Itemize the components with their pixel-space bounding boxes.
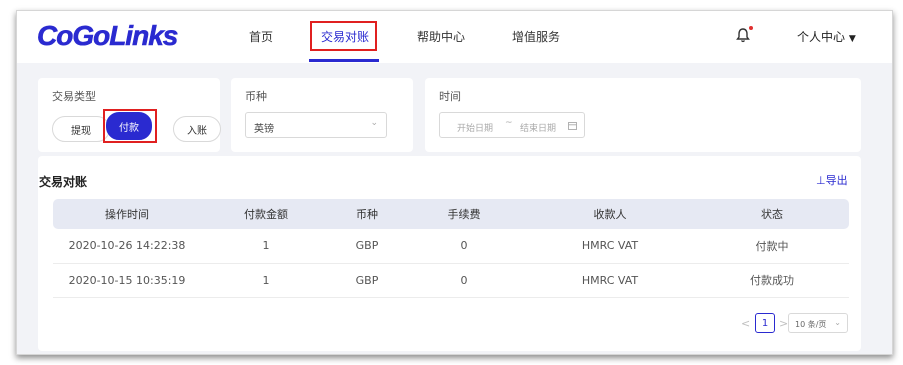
end-date-input[interactable]: 结束日期 <box>520 121 556 134</box>
table-header-row: 操作时间 付款金额 币种 手续费 收款人 状态 <box>53 199 849 229</box>
chevron-down-icon: ⌄ <box>370 118 378 128</box>
column-header[interactable]: 手续费 <box>403 199 525 229</box>
bell-icon[interactable] <box>736 27 750 43</box>
type-withdraw-button[interactable]: 提现 <box>52 116 110 142</box>
notification-dot <box>749 26 753 30</box>
filter-type-card: 交易类型 提现 入账 付款 <box>38 78 221 152</box>
section-title: 交易对账 <box>39 175 88 189</box>
filter-type-label: 交易类型 <box>52 90 96 103</box>
page-button-current[interactable]: 1 <box>755 313 775 333</box>
column-header[interactable]: 币种 <box>331 199 403 229</box>
column-header[interactable]: 操作时间 <box>53 199 201 229</box>
top-navbar: CoGoLinks 首页 交易对账 帮助中心 增值服务 个人中心 ▼ <box>17 11 892 63</box>
cell-payment-amount: 1 <box>201 263 331 298</box>
date-range-picker[interactable]: 开始日期 ~ 结束日期 <box>439 112 585 138</box>
svg-text:CoGoLinks: CoGoLinks <box>37 20 178 50</box>
column-header[interactable]: 付款金额 <box>201 199 331 229</box>
filter-currency-card: 币种 英镑 ⌄ <box>231 78 413 152</box>
column-header[interactable]: 状态 <box>695 199 849 229</box>
table-row[interactable]: 2020-10-26 14:22:38 1 GBP 0 HMRC VAT 付款中 <box>53 229 849 264</box>
filter-time-card: 时间 开始日期 ~ 结束日期 <box>425 78 861 152</box>
page-size-value: 10 条/页 <box>795 320 827 329</box>
cell-fee: 0 <box>403 229 525 264</box>
page-size-select[interactable]: 10 条/页 ⌄ <box>788 313 848 333</box>
active-nav-indicator <box>309 59 379 62</box>
nav-home[interactable]: 首页 <box>249 28 273 45</box>
type-income-button[interactable]: 入账 <box>173 116 221 142</box>
cell-status: 付款中 <box>695 229 849 264</box>
next-page-button[interactable]: > <box>779 317 788 330</box>
highlight-box-nav <box>310 21 377 51</box>
cell-payee: HMRC VAT <box>525 263 695 298</box>
cogolinks-logo[interactable]: CoGoLinks <box>37 20 187 50</box>
column-header[interactable]: 收款人 <box>525 199 695 229</box>
cell-currency: GBP <box>331 229 403 264</box>
caret-down-icon: ▼ <box>848 34 856 44</box>
user-center-menu[interactable]: 个人中心 ▼ <box>797 28 856 45</box>
transactions-table: 操作时间 付款金额 币种 手续费 收款人 状态 2020-10-26 14:22… <box>53 199 849 298</box>
cell-payee: HMRC VAT <box>525 229 695 264</box>
user-center-label: 个人中心 <box>797 30 846 44</box>
cell-payment-amount: 1 <box>201 229 331 264</box>
app-window: CoGoLinks 首页 交易对账 帮助中心 增值服务 个人中心 ▼ 交易类型 … <box>16 10 893 355</box>
chevron-down-icon: ⌄ <box>834 318 841 327</box>
cell-operation-time: 2020-10-15 10:35:19 <box>53 263 201 298</box>
currency-value: 英镑 <box>254 124 274 135</box>
export-button[interactable]: ⊥导出 <box>816 172 848 188</box>
filter-currency-label: 币种 <box>245 90 267 103</box>
cell-status: 付款成功 <box>695 263 849 298</box>
currency-select[interactable]: 英镑 ⌄ <box>245 112 387 138</box>
cell-currency: GBP <box>331 263 403 298</box>
calendar-icon <box>568 122 577 130</box>
nav-value-added-services[interactable]: 增值服务 <box>512 28 560 45</box>
filter-time-label: 时间 <box>439 90 461 103</box>
table-row[interactable]: 2020-10-15 10:35:19 1 GBP 0 HMRC VAT 付款成… <box>53 263 849 298</box>
date-separator: ~ <box>505 118 513 128</box>
prev-page-button[interactable]: < <box>741 317 750 330</box>
start-date-input[interactable]: 开始日期 <box>457 121 493 134</box>
highlight-box-payment <box>103 109 157 143</box>
nav-help-center[interactable]: 帮助中心 <box>417 28 465 45</box>
cell-operation-time: 2020-10-26 14:22:38 <box>53 229 201 264</box>
cell-fee: 0 <box>403 263 525 298</box>
